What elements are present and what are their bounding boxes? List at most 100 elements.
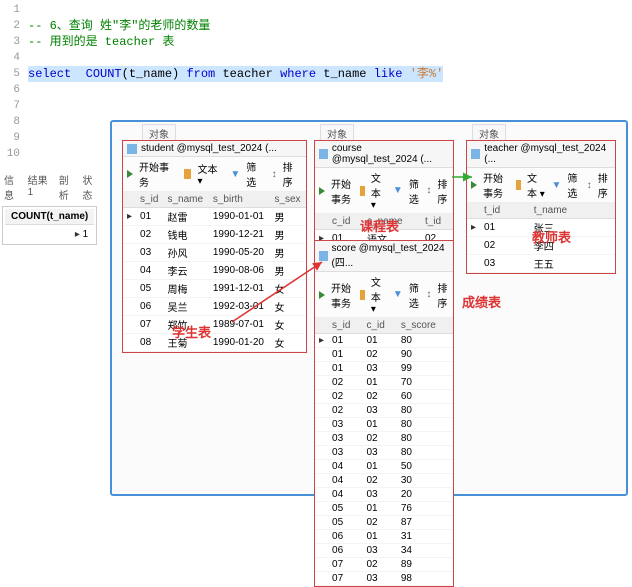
- cell[interactable]: 02: [362, 516, 396, 530]
- column-header[interactable]: s_score: [397, 318, 453, 334]
- cell[interactable]: 03: [328, 446, 362, 460]
- cell[interactable]: 89: [397, 558, 453, 572]
- table-row[interactable]: 020380: [315, 404, 453, 418]
- cell[interactable]: 80: [397, 334, 453, 348]
- code-line[interactable]: -- 6、查询 姓"李"的老师的数量: [28, 18, 210, 34]
- filter-button[interactable]: 筛选: [409, 176, 421, 206]
- cell[interactable]: 孙风: [163, 244, 208, 262]
- table-row[interactable]: 020260: [315, 390, 453, 404]
- tab-result1[interactable]: 结果 1: [28, 172, 53, 202]
- cell[interactable]: 1989-07-01: [209, 316, 271, 334]
- cell[interactable]: 06: [328, 530, 362, 544]
- cell[interactable]: 03: [362, 404, 396, 418]
- cell[interactable]: 女: [270, 298, 306, 316]
- tab-profile[interactable]: 剖析: [59, 172, 77, 202]
- text-button[interactable]: 文本 ▾: [197, 161, 224, 187]
- table-toolbar[interactable]: 开始事务文本 ▾▼筛选↕排序: [315, 168, 453, 214]
- filter-icon[interactable]: ▼: [393, 289, 403, 300]
- cell[interactable]: 02: [328, 390, 362, 404]
- play-icon[interactable]: [471, 181, 477, 189]
- cell[interactable]: 02: [362, 474, 396, 488]
- filter-icon[interactable]: ▼: [393, 185, 403, 196]
- cell[interactable]: 男: [270, 226, 306, 244]
- sort-button[interactable]: 排序: [437, 176, 449, 206]
- column-header[interactable]: s_birth: [209, 192, 271, 208]
- cell[interactable]: 01: [328, 334, 362, 348]
- cell[interactable]: 赵雷: [163, 208, 208, 226]
- cell[interactable]: 06: [136, 298, 163, 316]
- sort-button[interactable]: 排序: [437, 280, 449, 310]
- sort-icon[interactable]: ↕: [587, 180, 592, 191]
- cell[interactable]: 80: [397, 432, 453, 446]
- cell[interactable]: 男: [270, 244, 306, 262]
- cell[interactable]: 20: [397, 488, 453, 502]
- cell[interactable]: 女: [270, 334, 306, 352]
- cell[interactable]: 07: [136, 316, 163, 334]
- table-row[interactable]: 050287: [315, 516, 453, 530]
- table-row[interactable]: 02钱电1990-12-21男: [123, 226, 306, 244]
- table-row[interactable]: 03孙风1990-05-20男: [123, 244, 306, 262]
- cell[interactable]: 30: [397, 474, 453, 488]
- tab-info[interactable]: 信息: [4, 172, 22, 202]
- sort-icon[interactable]: ↕: [426, 289, 431, 300]
- play-icon[interactable]: [319, 187, 325, 195]
- table-row[interactable]: 040230: [315, 474, 453, 488]
- cell[interactable]: 女: [270, 316, 306, 334]
- cell[interactable]: 男: [270, 208, 306, 226]
- table-toolbar[interactable]: 开始事务文本 ▾▼筛选↕排序: [467, 168, 615, 203]
- cell[interactable]: 31: [397, 530, 453, 544]
- table-row[interactable]: 040150: [315, 460, 453, 474]
- text-button[interactable]: 文本 ▾: [527, 170, 546, 200]
- cell[interactable]: 99: [397, 362, 453, 376]
- data-grid[interactable]: s_ids_names_births_sex▸01赵雷1990-01-01男02…: [123, 192, 306, 352]
- table-row[interactable]: 07郑竹1989-07-01女: [123, 316, 306, 334]
- cell[interactable]: 01: [362, 334, 396, 348]
- table-row[interactable]: 010399: [315, 362, 453, 376]
- cell[interactable]: 1992-03-01: [209, 298, 271, 316]
- cell[interactable]: 吴兰: [163, 298, 208, 316]
- table-row[interactable]: ▸01赵雷1990-01-01男: [123, 208, 306, 226]
- cell[interactable]: 01: [480, 219, 530, 237]
- cell[interactable]: 01: [362, 460, 396, 474]
- cell[interactable]: 70: [397, 376, 453, 390]
- cell[interactable]: 02: [362, 432, 396, 446]
- start-tx-button[interactable]: 开始事务: [331, 280, 354, 310]
- cell[interactable]: 02: [480, 237, 530, 255]
- student-table-window[interactable]: student @mysql_test_2024 (...开始事务文本 ▾▼筛选…: [122, 140, 307, 353]
- filter-button[interactable]: 筛选: [246, 159, 265, 189]
- doc-icon[interactable]: [516, 180, 521, 190]
- column-header[interactable]: c_id: [362, 318, 396, 334]
- table-row[interactable]: 03王五: [467, 255, 615, 273]
- filter-icon[interactable]: ▼: [551, 180, 561, 191]
- cell[interactable]: 80: [397, 418, 453, 432]
- cell[interactable]: 03: [136, 244, 163, 262]
- cell[interactable]: 98: [397, 572, 453, 586]
- teacher-table-window[interactable]: teacher @mysql_test_2024 (...开始事务文本 ▾▼筛选…: [466, 140, 616, 274]
- cell[interactable]: 02: [362, 390, 396, 404]
- column-header[interactable]: t_id: [480, 203, 530, 219]
- data-grid[interactable]: s_idc_ids_score▸010180010290010399020170…: [315, 318, 453, 586]
- cell[interactable]: 01: [328, 348, 362, 362]
- text-button[interactable]: 文本 ▾: [371, 274, 387, 315]
- table-row[interactable]: 020170: [315, 376, 453, 390]
- cell[interactable]: 03: [362, 362, 396, 376]
- cell[interactable]: 08: [136, 334, 163, 352]
- cell[interactable]: 1990-05-20: [209, 244, 271, 262]
- cell[interactable]: 钱电: [163, 226, 208, 244]
- cell[interactable]: 01: [136, 208, 163, 226]
- column-header[interactable]: s_sex: [270, 192, 306, 208]
- code-line[interactable]: select COUNT(t_name) from teacher where …: [28, 66, 443, 82]
- cell[interactable]: 02: [362, 348, 396, 362]
- cell[interactable]: 60: [397, 390, 453, 404]
- filter-icon[interactable]: ▼: [230, 169, 240, 180]
- sort-icon[interactable]: ↕: [272, 169, 277, 180]
- table-row[interactable]: 06吴兰1992-03-01女: [123, 298, 306, 316]
- column-header[interactable]: t_name: [530, 203, 615, 219]
- table-row[interactable]: 060131: [315, 530, 453, 544]
- filter-button[interactable]: 筛选: [567, 170, 580, 200]
- column-header[interactable]: s_name: [163, 192, 208, 208]
- code-line[interactable]: -- 用到的是 teacher 表: [28, 34, 174, 50]
- cell[interactable]: 李云: [163, 262, 208, 280]
- cell[interactable]: 87: [397, 516, 453, 530]
- cell[interactable]: 01: [362, 530, 396, 544]
